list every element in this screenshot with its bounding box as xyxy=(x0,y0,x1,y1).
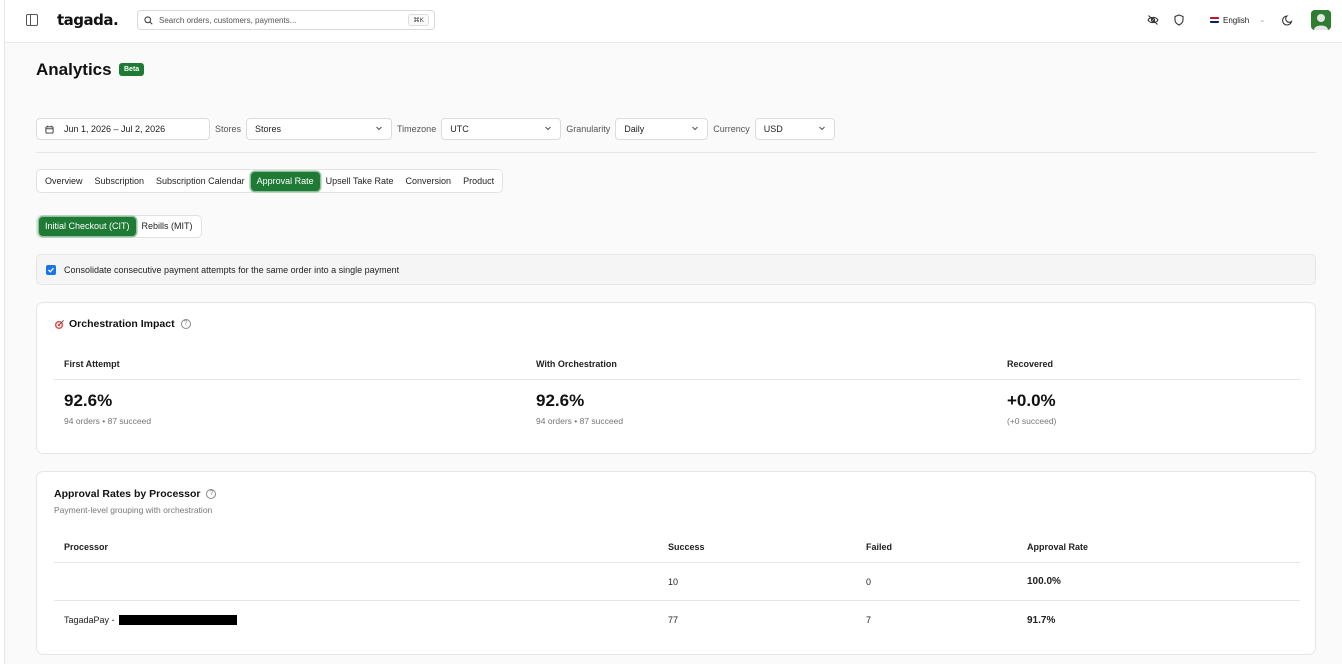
orchestration-title-row: Orchestration Impact ? xyxy=(54,318,191,330)
approval-rate: 100.0% xyxy=(1027,576,1061,587)
payment-type-tabs: Initial Checkout (CIT) Rebills (MIT) xyxy=(36,215,202,238)
processor-title-row: Approval Rates by Processor ? xyxy=(54,488,217,500)
processor-approval-card: Approval Rates by Processor ? Payment-le… xyxy=(36,471,1316,655)
column-header-approval-rate[interactable]: Approval Rate xyxy=(1027,542,1088,552)
chevron-down-icon: ⌄ xyxy=(1259,17,1266,24)
metric-recovered-sub: (+0 succeed) xyxy=(1007,416,1057,426)
granularity-label: Granularity xyxy=(566,124,611,134)
date-range-value: Jun 1, 2026 – Jul 2, 2026 xyxy=(64,124,166,134)
orchestration-title: Orchestration Impact xyxy=(69,318,175,330)
search-icon xyxy=(144,15,153,25)
stores-value: Stores xyxy=(255,124,282,134)
analytics-tabs: Overview Subscription Subscription Calen… xyxy=(36,169,504,193)
metric-first-attempt-value: 92.6% xyxy=(64,391,113,410)
tab-subscription[interactable]: Subscription xyxy=(89,172,151,191)
tab-product[interactable]: Product xyxy=(457,172,500,191)
search-bar[interactable]: ⌘K xyxy=(137,10,435,30)
date-range-picker[interactable]: Jun 1, 2026 – Jul 2, 2026 xyxy=(36,118,210,140)
metric-recovered-value: +0.0% xyxy=(1007,391,1056,410)
filter-bar: Jun 1, 2026 – Jul 2, 2026 Stores Stores … xyxy=(36,118,835,140)
app-logo[interactable]: tagada. xyxy=(57,11,119,29)
check-icon xyxy=(48,267,54,273)
consolidate-option: Consolidate consecutive payment attempts… xyxy=(36,254,1316,285)
failed-count: 0 xyxy=(866,577,872,587)
tab-subscription-calendar[interactable]: Subscription Calendar xyxy=(150,172,251,191)
target-icon xyxy=(54,319,64,329)
help-icon[interactable]: ? xyxy=(206,489,217,499)
chevron-down-icon xyxy=(545,126,552,131)
filter-divider xyxy=(36,152,1316,153)
left-rail xyxy=(0,0,5,664)
column-header-processor[interactable]: Processor xyxy=(64,542,108,552)
flag-uk-icon xyxy=(1210,17,1219,23)
currency-value: USD xyxy=(763,124,783,134)
metric-first-attempt-sub: 94 orders • 87 succeed xyxy=(64,416,152,426)
help-icon[interactable]: ? xyxy=(180,319,191,329)
tab-approval-rate[interactable]: Approval Rate xyxy=(250,171,320,191)
consolidate-checkbox[interactable] xyxy=(46,264,56,275)
header-divider xyxy=(54,562,1300,563)
sidebar-toggle-icon[interactable] xyxy=(26,14,38,26)
row-divider xyxy=(54,600,1300,601)
user-avatar-icon xyxy=(1311,10,1331,30)
chevron-down-icon xyxy=(818,126,825,131)
metric-with-orchestration-value: 92.6% xyxy=(536,391,585,410)
stores-select[interactable]: Stores xyxy=(246,118,393,140)
stores-label: Stores xyxy=(215,124,242,134)
calendar-icon xyxy=(45,125,54,134)
eye-off-icon[interactable] xyxy=(1147,14,1159,26)
page-title: Analytics xyxy=(36,60,112,79)
tab-overview[interactable]: Overview xyxy=(39,172,89,191)
language-label: English xyxy=(1223,15,1250,25)
approval-rate: 91.7% xyxy=(1027,615,1056,626)
chevron-down-icon xyxy=(692,126,699,131)
currency-select[interactable]: USD xyxy=(754,118,835,140)
processor-subtitle: Payment-level grouping with orchestratio… xyxy=(54,505,213,515)
chevron-down-icon xyxy=(376,126,382,131)
tab-conversion[interactable]: Conversion xyxy=(400,172,458,191)
failed-count: 7 xyxy=(866,615,872,625)
avatar[interactable] xyxy=(1311,10,1331,30)
column-header-failed[interactable]: Failed xyxy=(866,542,892,552)
tab-rebills[interactable]: Rebills (MIT) xyxy=(136,217,199,236)
metric-recovered-label: Recovered xyxy=(1007,359,1054,369)
granularity-value: Daily xyxy=(624,124,645,134)
timezone-value: UTC xyxy=(450,124,469,134)
moon-icon[interactable] xyxy=(1282,14,1294,26)
success-count: 10 xyxy=(668,577,679,587)
metric-first-attempt-label: First Attempt xyxy=(64,359,120,369)
timezone-select[interactable]: UTC xyxy=(441,118,562,140)
orchestration-impact-card: Orchestration Impact ? First Attempt Wit… xyxy=(36,302,1316,454)
search-shortcut: ⌘K xyxy=(408,14,429,26)
metric-with-orchestration-label: With Orchestration xyxy=(536,359,617,369)
column-header-success[interactable]: Success xyxy=(668,542,705,552)
metric-divider xyxy=(54,379,1300,380)
top-bar: tagada. ⌘K English ⌄ xyxy=(5,0,1342,43)
currency-label: Currency xyxy=(713,124,750,134)
granularity-select[interactable]: Daily xyxy=(615,118,709,140)
consolidate-label: Consolidate consecutive payment attempts… xyxy=(64,264,400,275)
success-count: 77 xyxy=(668,615,679,625)
tab-initial-checkout[interactable]: Initial Checkout (CIT) xyxy=(39,217,136,236)
processor-title: Approval Rates by Processor xyxy=(54,488,201,500)
beta-badge: Beta xyxy=(119,63,145,76)
processor-name: TagadaPay - xyxy=(64,615,115,625)
shield-icon[interactable] xyxy=(1173,14,1185,26)
timezone-label: Timezone xyxy=(397,124,437,134)
metric-with-orchestration-sub: 94 orders • 87 succeed xyxy=(536,416,624,426)
language-selector[interactable]: English ⌄ xyxy=(1210,13,1265,27)
redacted-block xyxy=(119,615,237,625)
tab-upsell-take-rate[interactable]: Upsell Take Rate xyxy=(320,172,400,191)
search-input[interactable] xyxy=(159,15,399,25)
